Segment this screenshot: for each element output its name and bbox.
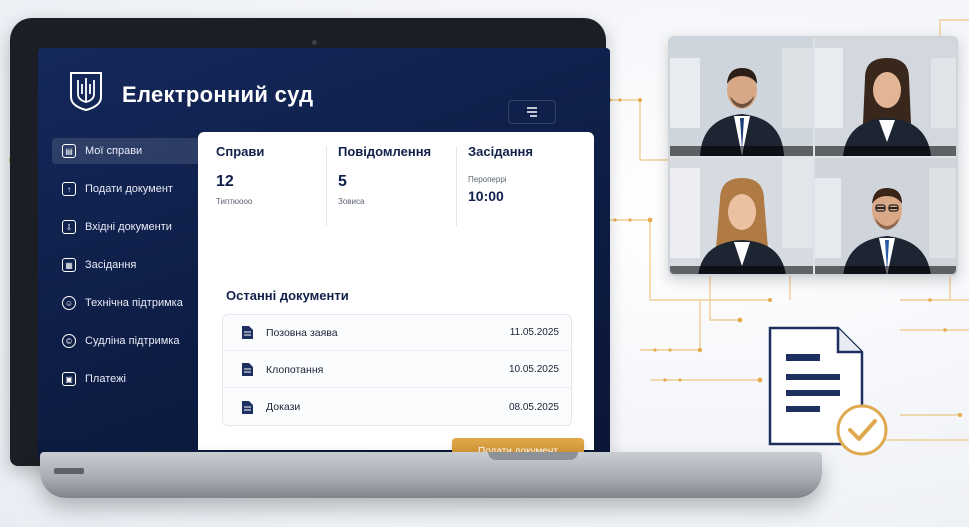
sidebar: ▤ Мої справи ↑ Подати документ ⇩ Вхідні …	[38, 132, 198, 452]
stat-value: 12	[216, 173, 234, 190]
document-name: Клопотання	[266, 363, 324, 376]
app-title: Електронний суд	[122, 82, 314, 107]
trident-emblem-icon	[70, 72, 102, 112]
laptop-screen: Електронний суд ▤ Мої справи ↑ Подати до…	[38, 48, 610, 460]
document-check-icon	[768, 326, 888, 456]
video-tile[interactable]	[815, 38, 956, 156]
document-date: 08.05.2025	[508, 401, 559, 413]
sidebar-item-incoming-documents[interactable]: ⇩ Вхідні документи	[52, 214, 198, 240]
support-icon: ☺	[62, 296, 76, 310]
video-tile-controls	[670, 146, 813, 156]
video-tile-controls	[815, 146, 956, 156]
divider	[456, 146, 457, 226]
participant-man-icon	[670, 38, 813, 156]
menu-button[interactable]	[508, 100, 556, 124]
sidebar-item-label: Технічна підтримка	[85, 297, 183, 309]
app-header: Електронний суд	[38, 48, 610, 130]
video-tile[interactable]	[670, 38, 813, 156]
participant-man-glasses-icon	[815, 158, 956, 274]
sidebar-item-label: Платежі	[85, 373, 126, 385]
participant-woman-icon	[670, 158, 813, 274]
document-name: Позовна заява	[266, 326, 338, 339]
sidebar-item-my-cases[interactable]: ▤ Мої справи	[52, 138, 198, 164]
stat-cases[interactable]: Справи 12 Типтюооо	[216, 144, 326, 234]
document-row[interactable]: Позовна заява 11.05.2025	[223, 315, 573, 351]
payment-icon: ▣	[62, 372, 76, 386]
stat-sub: Типтюооо	[216, 197, 253, 206]
folder-icon: ▤	[62, 144, 76, 158]
video-tile-controls	[815, 266, 956, 274]
stat-value: 5	[338, 173, 347, 190]
participant-woman-icon	[815, 38, 956, 156]
document-name: Докази	[266, 401, 301, 413]
file-upload-icon: ↑	[62, 182, 76, 196]
recent-documents-title: Останні документи	[226, 288, 349, 303]
sidebar-item-label: Судліна підтримка	[85, 335, 180, 347]
sidebar-item-payments[interactable]: ▣ Платежі	[52, 366, 198, 392]
stat-sub: Пероперрі	[468, 175, 507, 184]
stat-title: Повідомлення	[338, 144, 432, 159]
webcam	[312, 40, 317, 45]
document-row[interactable]: Клопотання 10.05.2025	[223, 352, 573, 388]
menu-icon	[527, 107, 537, 117]
sidebar-item-submit-document[interactable]: ↑ Подати документ	[52, 176, 198, 202]
document-date: 10.05.2025	[508, 364, 559, 375]
document-date: 11.05.2025	[509, 327, 559, 338]
recent-documents-list: Позовна заява 11.05.2025 Клопотання 10.0…	[222, 314, 573, 426]
document-icon	[242, 326, 253, 339]
stat-sub: Зовиса	[338, 197, 365, 206]
sidebar-item-hearings[interactable]: ▦ Засідання	[52, 252, 198, 278]
stat-title: Справи	[216, 144, 265, 159]
document-icon	[242, 400, 253, 414]
sidebar-item-label: Засідання	[85, 259, 137, 271]
sidebar-item-label: Подати документ	[85, 183, 173, 195]
sidebar-item-court-support[interactable]: © Судліна підтримка	[52, 328, 198, 354]
hearing-time: 10:00	[468, 188, 504, 204]
laptop-lid: Електронний суд ▤ Мої справи ↑ Подати до…	[10, 18, 610, 466]
video-tile[interactable]	[670, 158, 813, 274]
video-tile-controls	[670, 266, 813, 274]
trackpad-notch	[488, 452, 578, 460]
help-icon: ©	[62, 334, 76, 348]
sidebar-item-tech-support[interactable]: ☺ Технічна підтримка	[52, 290, 198, 316]
document-icon	[242, 363, 253, 376]
sidebar-item-label: Мої справи	[85, 145, 143, 157]
inbox-icon: ⇩	[62, 220, 76, 234]
laptop-ports	[54, 468, 84, 474]
sidebar-item-label: Вхідні документи	[85, 221, 172, 233]
stat-messages[interactable]: Повідомлення 5 Зовиса	[338, 144, 458, 234]
calendar-icon: ▦	[62, 258, 76, 272]
laptop-base	[40, 452, 822, 498]
video-conference-grid	[668, 36, 958, 276]
video-tile[interactable]	[815, 158, 956, 274]
stat-title: Засідання	[468, 144, 533, 159]
main-panel: Справи 12 Типтюооо Повідомлення 5 Зовиса…	[198, 132, 594, 460]
divider	[326, 146, 327, 226]
stat-hearings[interactable]: Засідання Пероперрі 10:00	[468, 144, 588, 234]
document-row[interactable]: Докази 08.05.2025	[223, 389, 573, 425]
